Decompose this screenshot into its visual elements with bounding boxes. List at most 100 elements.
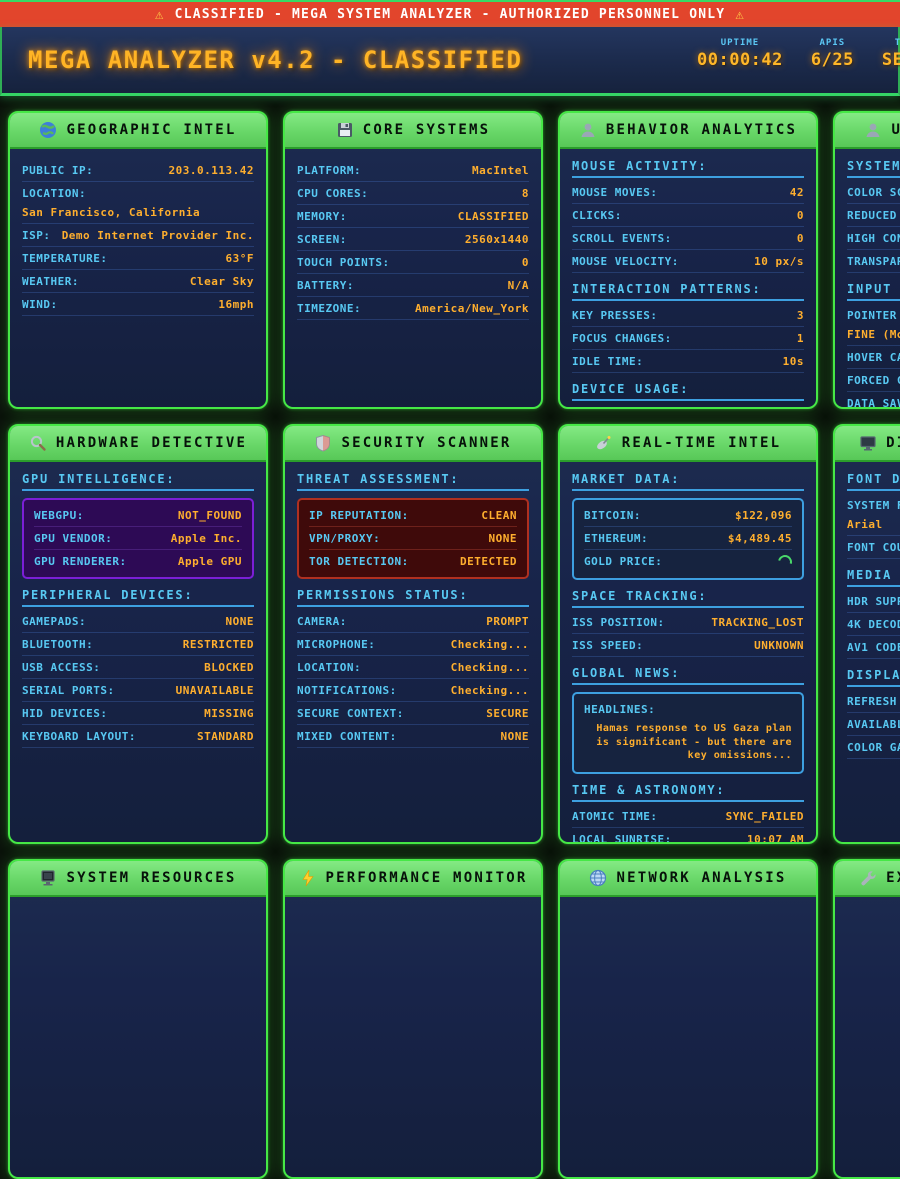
data-row: MEMORY:CLASSIFIED — [297, 205, 529, 228]
section-heading: MEDIA CAPABILITIES: — [847, 568, 900, 587]
panel-body: THREAT ASSESSMENT:IP REPUTATION:CLEANVPN… — [285, 462, 541, 842]
panel-body: MARKET DATA:BITCOIN:$122,096ETHEREUM:$4,… — [560, 462, 816, 842]
row-label: IDLE TIME: — [572, 355, 643, 368]
row-value: 8 — [522, 187, 529, 200]
row-label: SCREEN: — [297, 233, 347, 246]
data-row: HIGH CONTRAST: — [847, 227, 900, 250]
data-row: SCREEN:2560x1440 — [297, 228, 529, 251]
data-row: TOR DETECTION:DETECTED — [309, 550, 517, 572]
row-label: TOUCH POINTS: — [297, 256, 390, 269]
panel-titlebar: BEHAVIOR ANALYTICS — [560, 113, 816, 149]
data-row: COLOR SCHEME: — [847, 181, 900, 204]
row-label: BITCOIN: — [584, 509, 641, 522]
row-label: SYSTEM FONT: — [847, 499, 900, 512]
section-heading: INPUT PRECISION: — [847, 282, 900, 301]
data-row: ISS POSITION:TRACKING_LOST — [572, 611, 804, 634]
row-value: Hamas response to US Gaza plan is signif… — [584, 722, 792, 763]
row-label: TOR DETECTION: — [309, 555, 409, 568]
globe-icon — [39, 121, 57, 139]
row-label: COLOR GAMUT: — [847, 741, 900, 754]
row-value: 0 — [797, 209, 804, 222]
section-heading: GPU INTELLIGENCE: — [22, 472, 254, 491]
section-heading: MOUSE ACTIVITY: — [572, 159, 804, 178]
header-stat-apis: APIS6/25 — [811, 38, 854, 70]
panel-title: BEHAVIOR ANALYTICS — [606, 122, 797, 138]
data-row: COLOR GAMUT: — [847, 736, 900, 759]
row-value: 16mph — [218, 298, 254, 311]
person-icon — [579, 121, 597, 139]
floppy-icon — [336, 121, 354, 139]
data-row: FORCED COLORS: — [847, 369, 900, 392]
data-row: REFRESH RATE: — [847, 690, 900, 713]
spinner-icon — [775, 552, 794, 571]
network-globe-icon — [589, 869, 607, 887]
row-label: WEATHER: — [22, 275, 79, 288]
panel-body — [835, 897, 900, 1177]
section-heading: GLOBAL NEWS: — [572, 666, 804, 685]
shield-icon — [314, 434, 332, 452]
panel-titlebar: EXPERIMENTAL APIS — [835, 861, 900, 897]
data-row: TRANSPARENCY: — [847, 250, 900, 273]
row-value: MISSING — [204, 707, 254, 720]
row-label: KEY PRESSES: — [572, 309, 657, 322]
row-label: CPU CORES: — [297, 187, 368, 200]
panel-titlebar: NETWORK ANALYSIS — [560, 861, 816, 897]
row-value: 63°F — [226, 252, 255, 265]
row-label: 4K DECODE: — [847, 618, 900, 631]
data-row: LOCATION:San Francisco, California — [22, 182, 254, 224]
row-label: WIND: — [22, 298, 58, 311]
data-row: IP REPUTATION:CLEAN — [309, 504, 517, 527]
row-label: WEBGPU: — [34, 509, 84, 522]
data-row: BATTERY:N/A — [297, 274, 529, 297]
row-label: USB ACCESS: — [22, 661, 100, 674]
data-row: GOLD PRICE: — [584, 550, 792, 573]
data-row: PUBLIC IP:203.0.113.42 — [22, 159, 254, 182]
data-row: MICROPHONE:Checking... — [297, 633, 529, 656]
panel-core-systems: CORE SYSTEMSPLATFORM:MacIntelCPU CORES:8… — [283, 111, 543, 409]
panel-title: USER PREFERENCES — [891, 122, 900, 138]
section-heading: SPACE TRACKING: — [572, 589, 804, 608]
data-row: SERIAL PORTS:UNAVAILABLE — [22, 679, 254, 702]
row-value: $122,096 — [735, 509, 792, 522]
row-label: SERIAL PORTS: — [22, 684, 115, 697]
panel-titlebar: DISPLAY FORENSICS — [835, 426, 900, 462]
row-value: Apple GPU — [178, 555, 242, 568]
row-label: HDR SUPPORT: — [847, 595, 900, 608]
satellite-icon — [595, 434, 613, 452]
data-row: LOCATION:Checking... — [297, 656, 529, 679]
alert-box-cyan: BITCOIN:$122,096ETHEREUM:$4,489.45GOLD P… — [572, 498, 804, 580]
row-label: TRANSPARENCY: — [847, 255, 900, 268]
panel-titlebar: HARDWARE DETECTIVE — [10, 426, 266, 462]
data-row: ISP:Demo Internet Provider Inc. — [22, 224, 254, 247]
panel-body: SYSTEM PREFERENCES:COLOR SCHEME:REDUCED … — [835, 149, 900, 407]
row-value: 10s — [783, 355, 804, 368]
row-value: 203.0.113.42 — [169, 164, 254, 177]
row-label: ETHEREUM: — [584, 532, 648, 545]
row-label: FONT COUNT: — [847, 541, 900, 554]
row-label: ISP: — [22, 229, 51, 242]
row-label: AVAILABLE RES: — [847, 718, 900, 731]
data-row: AV1 CODEC: — [847, 636, 900, 659]
data-row: REDUCED MOTION: — [847, 204, 900, 227]
row-value: SECURE — [486, 707, 529, 720]
data-row: USB ACCESS:BLOCKED — [22, 656, 254, 679]
row-value: NOT_FOUND — [178, 509, 242, 522]
header-stat-uptime: UPTIME00:00:42 — [697, 38, 783, 70]
panel-title: SYSTEM RESOURCES — [66, 870, 236, 886]
row-label: FORCED COLORS: — [847, 374, 900, 387]
row-label: ISS POSITION: — [572, 616, 665, 629]
data-row: BLUETOOTH:RESTRICTED — [22, 633, 254, 656]
panel-behavior-analytics: BEHAVIOR ANALYTICSMOUSE ACTIVITY:MOUSE M… — [558, 111, 818, 409]
panel-body — [560, 897, 816, 1177]
section-heading: THREAT ASSESSMENT: — [297, 472, 529, 491]
monitor-icon — [859, 434, 877, 452]
row-value: MacIntel — [472, 164, 529, 177]
row-value: 0 — [522, 256, 529, 269]
data-row: KEYBOARD LAYOUT:STANDARD — [22, 725, 254, 748]
stat-value: 00:00:42 — [697, 50, 783, 70]
section-heading: DISPLAY INFO: — [847, 668, 900, 687]
data-row: GPU VENDOR:Apple Inc. — [34, 527, 242, 550]
panel-titlebar: GEOGRAPHIC INTEL — [10, 113, 266, 149]
person-icon — [864, 121, 882, 139]
data-row: GAMEPADS:NONE — [22, 610, 254, 633]
